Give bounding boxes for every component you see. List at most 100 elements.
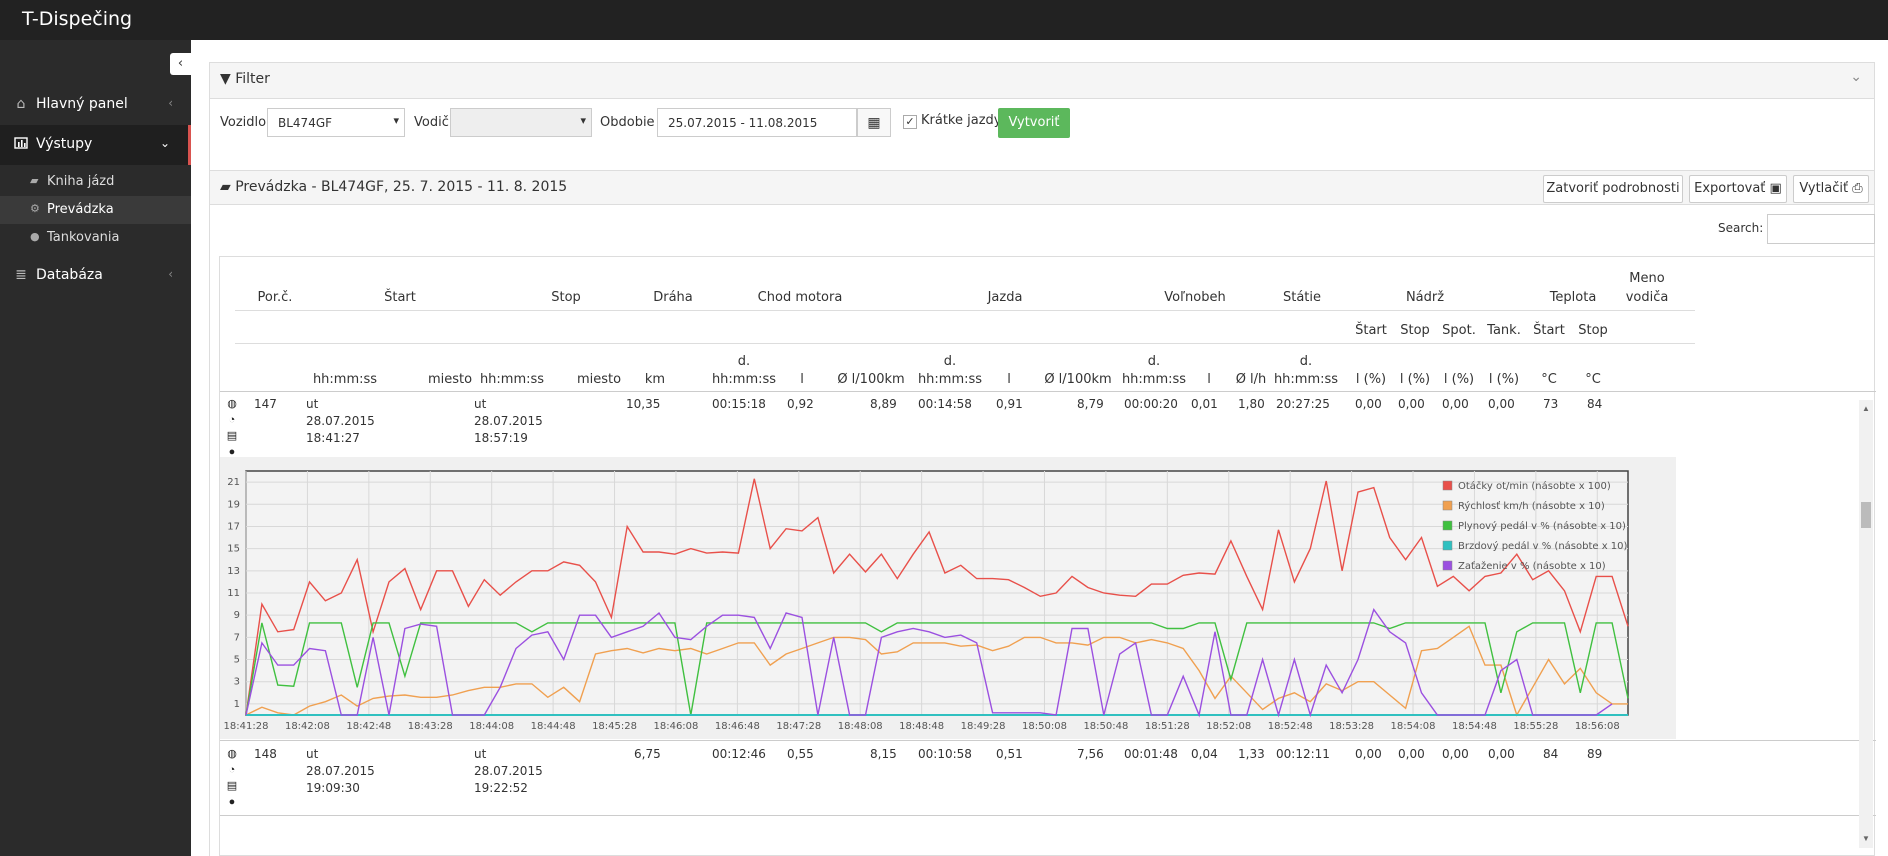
export-button[interactable]: Exportovať ▣ [1689, 175, 1787, 203]
col-unit-km[interactable]: km [640, 372, 670, 387]
col-header-meno[interactable]: Meno [1617, 271, 1677, 286]
globe-icon[interactable]: ◍ [226, 748, 238, 760]
cell-teplota-stop: 89 [1587, 747, 1603, 761]
cell-vol-lh: 1,33 [1238, 747, 1265, 761]
col-unit-spot[interactable]: l (%) [1439, 372, 1479, 387]
col-unit-statie-time[interactable]: hh:mm:ss [1266, 372, 1346, 387]
sidebar-subitem-prevadzka[interactable]: ⚙ Prevádzka [0, 196, 191, 224]
search-input[interactable] [1767, 214, 1875, 244]
table-scrollbar[interactable]: ▲ ▼ [1859, 400, 1873, 848]
filter-panel-header[interactable]: ▼ Filter ⌄ [210, 63, 1874, 99]
col-subheader-nadrz-start[interactable]: Štart [1351, 323, 1391, 338]
print-button[interactable]: Vytlačiť ⎙ [1793, 175, 1869, 203]
sidebar-collapse-button[interactable]: ‹ [170, 53, 191, 75]
app-title[interactable]: T-Dispečing [22, 8, 132, 30]
col-header-statie[interactable]: Státie [1267, 290, 1337, 305]
col-unit-vol-time[interactable]: hh:mm:ss [1114, 372, 1194, 387]
col-unit-chod-l[interactable]: l [790, 372, 814, 387]
col-unit-tank[interactable]: l (%) [1484, 372, 1524, 387]
create-button[interactable]: Vytvoriť [998, 108, 1070, 138]
col-unit-vol-l[interactable]: l [1197, 372, 1221, 387]
col-header-teplota[interactable]: Teplota [1538, 290, 1608, 305]
sidebar-subitem-label: Kniha jázd [47, 174, 115, 189]
col-unit-stop-place[interactable]: miesto [569, 372, 629, 387]
scroll-up-icon[interactable]: ▲ [1859, 402, 1873, 416]
cell-spot: 0,00 [1442, 747, 1469, 761]
dashboard-icon[interactable]: ◔ [226, 764, 238, 776]
col-header-volnobeh[interactable]: Voľnobeh [1155, 290, 1235, 305]
col-header-por[interactable]: Por.č. [250, 290, 300, 305]
print-label: Vytlačiť [1799, 181, 1849, 196]
col-subheader-teplota-stop[interactable]: Stop [1573, 323, 1613, 338]
x-tick-label: 18:51:28 [1145, 721, 1190, 732]
cell-start-day: ut [306, 397, 319, 411]
x-tick-label: 18:42:08 [285, 721, 330, 732]
col-unit-jazda-avg[interactable]: Ø l/100km [1033, 372, 1123, 387]
sidebar-subitem-kniha-jazd[interactable]: ▰ Kniha jázd [0, 168, 191, 196]
period-input[interactable]: 25.07.2015 - 11.08.2015 [657, 108, 857, 137]
col-unit-chod-time[interactable]: hh:mm:ss [704, 372, 784, 387]
cell-por: 148 [254, 747, 277, 761]
col-header-start[interactable]: Štart [370, 290, 430, 305]
cell-teplota-start: 84 [1543, 747, 1559, 761]
col-header-chod-motora[interactable]: Chod motora [750, 290, 850, 305]
col-unit-start-time[interactable]: hh:mm:ss [305, 372, 385, 387]
table-row[interactable]: ◍ ◔ ▤ ● 147 ut 28.07.2015 18:41:27 ut 28… [220, 392, 1676, 458]
legend-swatch [1442, 560, 1453, 571]
cell-vol-lh: 1,80 [1238, 397, 1265, 411]
dashboard-icon[interactable]: ◔ [226, 414, 238, 426]
col-header-jazda[interactable]: Jazda [970, 290, 1040, 305]
y-tick-label: 3 [234, 677, 240, 688]
x-tick-label: 18:52:08 [1206, 721, 1251, 732]
calendar-button[interactable]: ▦ [857, 108, 891, 137]
legend-label: Plynový pedál v % (násobte x 10) [1458, 520, 1626, 532]
x-tick-label: 18:44:48 [531, 721, 576, 732]
cell-vol-l: 0,04 [1191, 747, 1218, 761]
sidebar-subitem-tankovania[interactable]: ● Tankovania [0, 224, 191, 252]
col-subheader-tank[interactable]: Tank. [1484, 323, 1524, 338]
sidebar-item-vystupy[interactable]: Výstupy ⌄ [0, 125, 191, 165]
circle-icon: ● [30, 230, 40, 243]
legend-label: Zaťaženie v % (násobte x 10) [1458, 560, 1606, 572]
col-unit-nadrz-start[interactable]: l (%) [1351, 372, 1391, 387]
y-tick-label: 21 [227, 477, 240, 488]
close-details-button[interactable]: Zatvoriť podrobnosti [1543, 175, 1683, 203]
header-divider [235, 310, 1695, 311]
sidebar-item-hlavny-panel[interactable]: ⌂ Hlavný panel ‹ [0, 85, 191, 125]
col-subheader-teplota-start[interactable]: Štart [1529, 323, 1569, 338]
col-unit-nadrz-stop[interactable]: l (%) [1395, 372, 1435, 387]
scroll-down-icon[interactable]: ▼ [1859, 832, 1873, 846]
cell-teplota-start: 73 [1543, 397, 1559, 411]
col-header-draha[interactable]: Dráha [638, 290, 708, 305]
col-unit-teplota-start[interactable]: °C [1529, 372, 1569, 387]
save-icon: ▣ [1769, 181, 1782, 196]
driver-select[interactable]: ▾ [450, 108, 592, 137]
short-trips-checkbox[interactable]: ✓ [903, 115, 917, 129]
col-unit-jazda-time[interactable]: hh:mm:ss [910, 372, 990, 387]
globe-icon[interactable]: ◍ [226, 398, 238, 410]
col-header-stop[interactable]: Stop [536, 290, 596, 305]
sidebar-item-databaza[interactable]: ≣ Databáza ‹ [0, 256, 191, 296]
col-unit-jazda-l[interactable]: l [997, 372, 1021, 387]
table-row[interactable]: ◍ ◔ ▤ ● 148 ut 28.07.2015 19:09:30 ut 28… [220, 742, 1676, 812]
col-subheader-nadrz-stop[interactable]: Stop [1395, 323, 1435, 338]
col-unit-teplota-stop[interactable]: °C [1573, 372, 1613, 387]
chart-icon[interactable]: ▤ [226, 780, 238, 792]
chevron-down-icon[interactable]: ⌄ [1850, 69, 1862, 85]
period-label: Obdobie [600, 115, 655, 130]
col-header-nadrz[interactable]: Nádrž [1395, 290, 1455, 305]
circle-icon[interactable]: ● [226, 796, 238, 808]
filter-title: ▼ Filter [220, 71, 270, 87]
col-unit-chod-avg[interactable]: Ø l/100km [826, 372, 916, 387]
scrollbar-thumb[interactable] [1861, 502, 1871, 528]
col-unit-start-place[interactable]: miesto [420, 372, 480, 387]
chevron-down-icon: ⌄ [159, 136, 170, 150]
vehicle-select[interactable]: BL474GF ▾ [267, 108, 405, 137]
cell-stop-day: ut [474, 747, 487, 761]
cell-nadrz-stop: 0,00 [1398, 397, 1425, 411]
col-unit-stop-time[interactable]: hh:mm:ss [472, 372, 552, 387]
col-subheader-spot[interactable]: Spot. [1439, 323, 1479, 338]
search-label: Search: [1718, 221, 1764, 235]
chart-icon[interactable]: ▤ [226, 430, 238, 442]
line-chart[interactable]: 13579111315171921 18:41:28 18:42:08 18:42:… [220, 457, 1676, 739]
